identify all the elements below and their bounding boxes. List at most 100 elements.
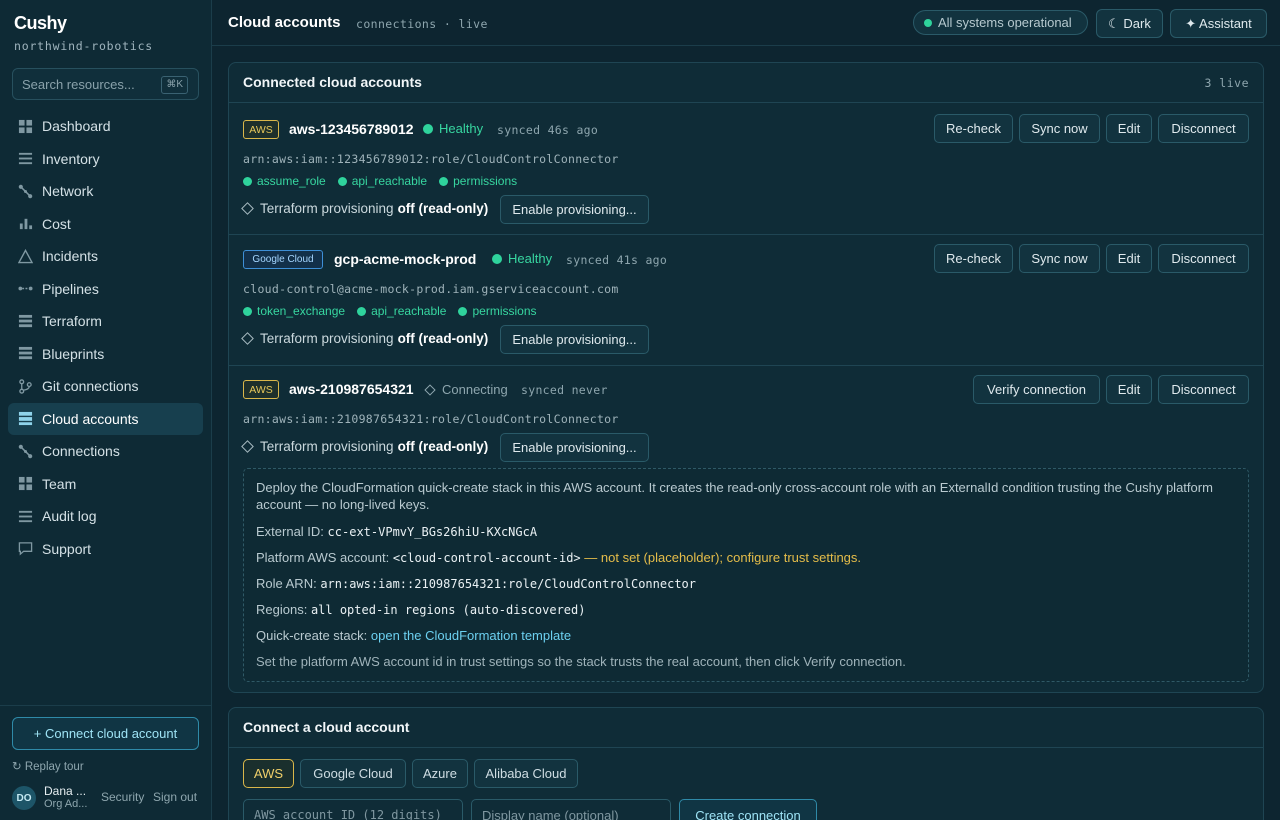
- sidebar-item-label: Incidents: [42, 248, 99, 265]
- warning-triangle-icon: [18, 248, 33, 264]
- page-subtitle: connections · live: [356, 17, 488, 31]
- sidebar-item-inventory[interactable]: Inventory: [8, 143, 203, 176]
- role-arn: arn:aws:iam::123456789012:role/CloudCont…: [243, 152, 619, 166]
- sidebar-item-cloud-accounts[interactable]: Cloud accounts: [8, 402, 203, 435]
- sidebar-item-audit-log[interactable]: Audit log: [8, 500, 203, 533]
- sidebar-item-blueprints[interactable]: Blueprints: [8, 338, 203, 371]
- sync-now-button[interactable]: Sync now: [1019, 114, 1100, 143]
- check-item: api_reachable: [337, 174, 427, 188]
- external-id-value[interactable]: cc-ext-VPmvY_BGs26hiU-KXcNGcA: [328, 525, 538, 539]
- check-dot-icon: [243, 176, 252, 186]
- terraform-label: Terraform provisioning: [260, 439, 394, 454]
- status-text: All systems operational: [938, 15, 1072, 30]
- search-input[interactable]: [22, 75, 162, 94]
- disconnect-button[interactable]: Disconnect: [1158, 375, 1249, 404]
- status-dot-icon: [924, 18, 932, 27]
- sidebar-item-terraform[interactable]: Terraform: [8, 305, 203, 338]
- health-checks: token_exchange api_reachable permissions: [243, 304, 549, 318]
- app-logo[interactable]: Cushy: [14, 13, 67, 34]
- network-icon: [18, 184, 33, 199]
- quick-create-label: Quick-create stack:: [256, 628, 368, 643]
- user-role: Org Ad...: [44, 798, 88, 810]
- terraform-status: Terraform provisioning off (read-only): [241, 439, 488, 454]
- theme-toggle-button[interactable]: ☾ Dark: [1096, 9, 1163, 38]
- avatar[interactable]: DO: [12, 786, 36, 810]
- sidebar-item-label: Cloud accounts: [42, 410, 139, 427]
- connect-cloud-account-button[interactable]: + Connect cloud account: [12, 717, 199, 750]
- sidebar-item-network[interactable]: Network: [8, 175, 203, 208]
- sidebar-item-label: Git connections: [42, 378, 139, 395]
- list-icon: [18, 509, 33, 524]
- sync-time: synced 41s ago: [566, 253, 668, 267]
- cloudformation-template-link[interactable]: open the CloudFormation template: [371, 628, 571, 643]
- account-name: gcp-acme-mock-prod: [334, 251, 477, 267]
- display-name-field: [471, 799, 671, 820]
- connected-accounts-card: Connected cloud accounts 3 live AWS aws-…: [228, 62, 1264, 693]
- external-id-row: External ID: cc-ext-VPmvY_BGs26hiU-KXcNG…: [256, 523, 537, 541]
- aws-provider-badge: AWS: [243, 380, 279, 399]
- enable-provisioning-button[interactable]: Enable provisioning...: [500, 433, 649, 462]
- check-item: permissions: [458, 304, 537, 318]
- terraform-label: Terraform provisioning: [260, 331, 394, 346]
- tab-alibaba-cloud[interactable]: Alibaba Cloud: [474, 759, 578, 788]
- account-id-field: [243, 799, 463, 820]
- platform-account-value: <cloud-control-account-id>: [392, 551, 581, 565]
- check-item: permissions: [439, 174, 517, 188]
- recheck-button[interactable]: Re-check: [934, 244, 1013, 273]
- sidebar-item-team[interactable]: Team: [8, 468, 203, 501]
- sidebar-item-support[interactable]: Support: [8, 533, 203, 566]
- edit-button[interactable]: Edit: [1106, 375, 1152, 404]
- sidebar-nav: Dashboard Inventory Network Cost Inciden…: [8, 110, 203, 565]
- sidebar-item-dashboard[interactable]: Dashboard: [8, 110, 203, 143]
- replay-tour-link[interactable]: ↻ Replay tour: [12, 759, 84, 773]
- shortcut-badge: ⌘K: [161, 76, 188, 94]
- sidebar-item-label: Dashboard: [42, 118, 111, 135]
- role-arn-value[interactable]: arn:aws:iam::210987654321:role/CloudCont…: [320, 577, 696, 591]
- stack-icon: [18, 346, 33, 361]
- sidebar-item-pipelines[interactable]: Pipelines: [8, 273, 203, 306]
- terraform-state: off (read-only): [397, 201, 489, 216]
- tab-aws[interactable]: AWS: [243, 759, 294, 788]
- check-dot-icon: [439, 176, 449, 186]
- terraform-status: Terraform provisioning off (read-only): [241, 331, 488, 346]
- sync-now-button[interactable]: Sync now: [1019, 244, 1100, 273]
- sidebar-item-label: Cost: [42, 215, 71, 232]
- sidebar-item-cost[interactable]: Cost: [8, 208, 203, 241]
- enable-provisioning-button[interactable]: Enable provisioning...: [500, 325, 649, 354]
- display-name-input[interactable]: [472, 800, 670, 820]
- create-connection-button[interactable]: Create connection: [679, 799, 817, 820]
- health-label: Healthy: [439, 121, 484, 136]
- sidebar-item-label: Terraform: [42, 313, 102, 330]
- sign-out-link[interactable]: Sign out: [153, 790, 197, 804]
- sidebar-item-connections[interactable]: Connections: [8, 435, 203, 468]
- account-id-input[interactable]: [244, 800, 462, 820]
- disconnect-button[interactable]: Disconnect: [1158, 244, 1249, 273]
- health-dot-icon: [423, 123, 433, 134]
- connection-status: Connecting: [424, 382, 508, 397]
- tab-azure[interactable]: Azure: [412, 759, 468, 788]
- page-title: Cloud accounts: [228, 14, 341, 31]
- edit-button[interactable]: Edit: [1106, 114, 1152, 143]
- layers-icon: [18, 314, 33, 329]
- provider-tabs: AWS Google Cloud Azure Alibaba Cloud: [243, 759, 584, 788]
- check-dot-icon: [458, 306, 468, 316]
- diamond-icon: [241, 332, 254, 345]
- sidebar-item-incidents[interactable]: Incidents: [8, 240, 203, 273]
- disconnect-button[interactable]: Disconnect: [1158, 114, 1249, 143]
- role-arn: arn:aws:iam::210987654321:role/CloudCont…: [243, 412, 619, 426]
- check-item: assume_role: [243, 174, 326, 188]
- grid-icon: [18, 476, 33, 491]
- security-link[interactable]: Security: [101, 790, 144, 804]
- assistant-button[interactable]: ✦ Assistant: [1170, 9, 1267, 38]
- check-dot-icon: [243, 306, 252, 316]
- system-status-badge[interactable]: All systems operational: [913, 10, 1088, 35]
- enable-provisioning-button[interactable]: Enable provisioning...: [500, 195, 649, 224]
- tab-google-cloud[interactable]: Google Cloud: [300, 759, 406, 788]
- setup-instructions: Deploy the CloudFormation quick-create s…: [243, 468, 1249, 682]
- edit-button[interactable]: Edit: [1106, 244, 1152, 273]
- recheck-button[interactable]: Re-check: [934, 114, 1013, 143]
- verify-connection-button[interactable]: Verify connection: [973, 375, 1100, 404]
- sidebar-item-git-connections[interactable]: Git connections: [8, 370, 203, 403]
- terraform-label: Terraform provisioning: [260, 201, 394, 216]
- grid-icon: [18, 119, 33, 134]
